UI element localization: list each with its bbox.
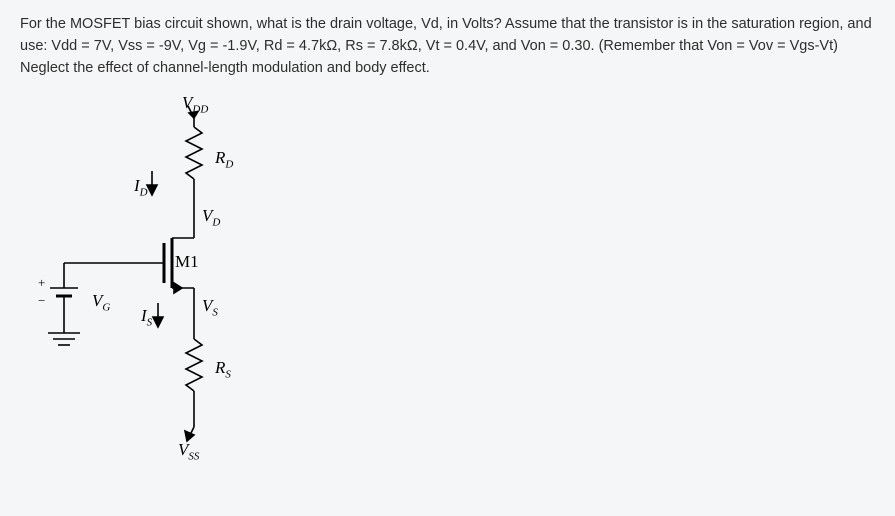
circuit-svg	[22, 93, 282, 493]
label-vd: VD	[202, 203, 220, 231]
circuit-diagram: VDD RD ID VD M1 VG IS VS RS VSS + −	[22, 93, 282, 493]
question-text: For the MOSFET bias circuit shown, what …	[20, 14, 875, 79]
label-vg: VG	[92, 288, 110, 316]
label-vss: VSS	[178, 437, 199, 465]
label-vs: VS	[202, 293, 218, 321]
label-plus: +	[38, 273, 45, 293]
label-id: ID	[134, 173, 148, 201]
label-rs: RS	[215, 355, 231, 383]
label-minus: −	[38, 291, 45, 311]
label-rd: RD	[215, 145, 233, 173]
label-is: IS	[141, 303, 152, 331]
label-m1: M1	[175, 249, 199, 275]
label-vdd: VDD	[182, 90, 208, 118]
